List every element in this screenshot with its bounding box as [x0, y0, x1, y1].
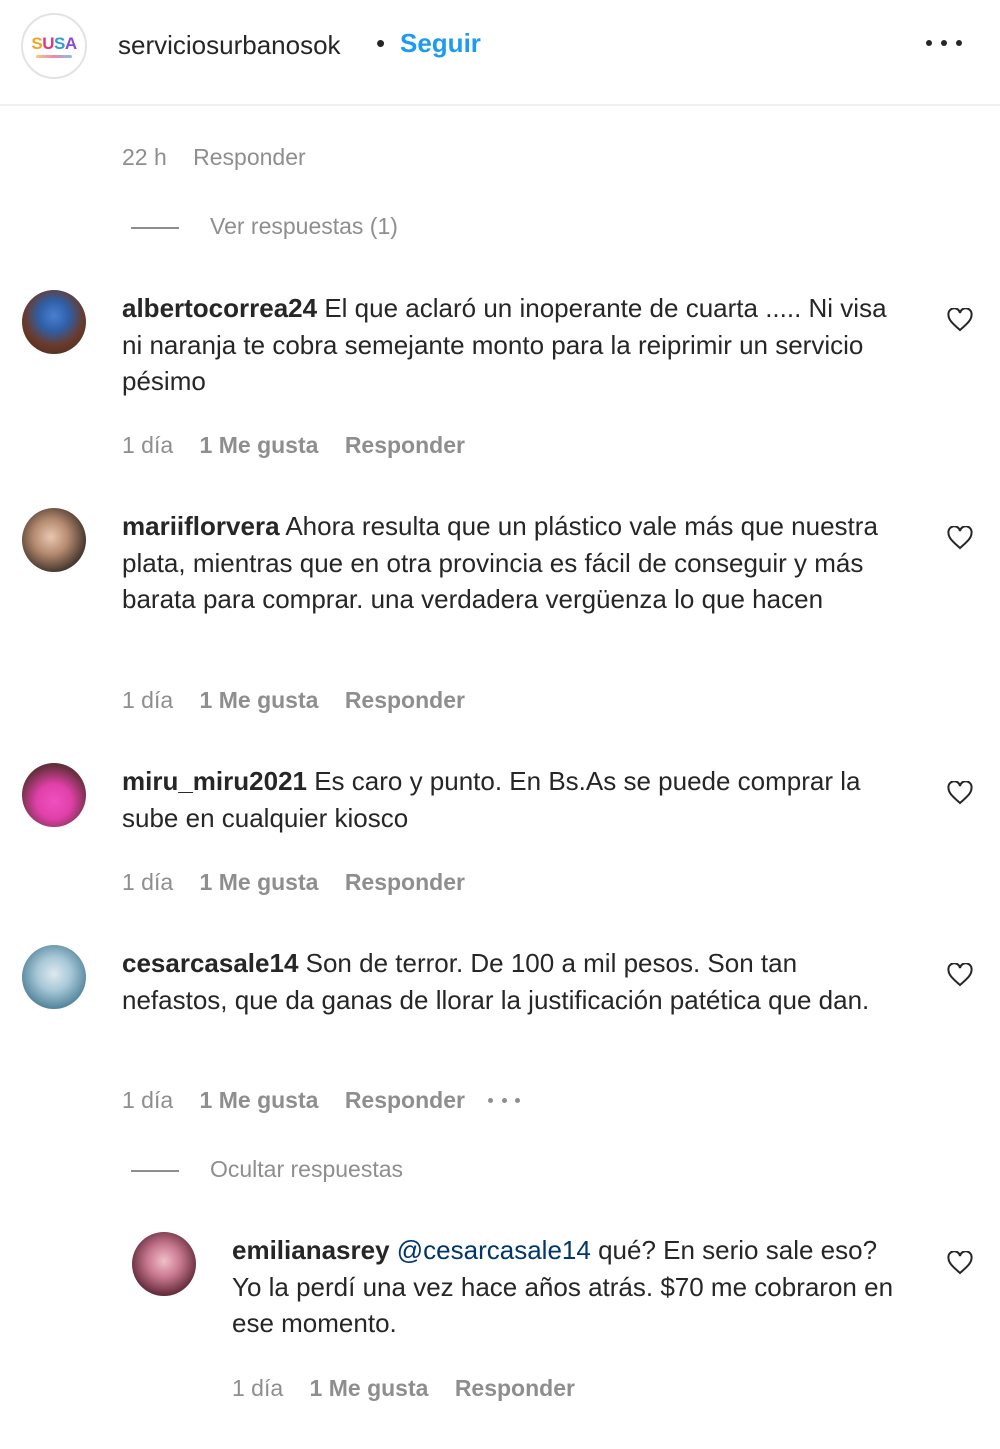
comment-text: albertocorrea24 El que aclaró un inopera…	[122, 290, 912, 400]
comment-meta: 1 día 1 Me gusta Responder	[122, 687, 465, 714]
reply-button[interactable]: Responder	[455, 1375, 575, 1402]
comment-time: 1 día	[122, 687, 174, 713]
reply-mention[interactable]: @cesarcasale14	[390, 1235, 591, 1265]
heart-icon[interactable]	[947, 963, 973, 987]
heart-icon[interactable]	[947, 308, 973, 332]
avatar[interactable]	[132, 1232, 196, 1296]
reply-button[interactable]: Responder	[345, 432, 465, 459]
comment-text: mariiflorvera Ahora resulta que un plást…	[122, 508, 882, 618]
comment-time: 1 día	[122, 1087, 174, 1113]
post-header: SUSA serviciosurbanosok • Seguir	[0, 0, 1000, 106]
avatar[interactable]	[22, 508, 86, 572]
replies-line	[131, 1170, 179, 1172]
reply-time: 1 día	[232, 1375, 284, 1401]
reply-button[interactable]: Responder	[345, 687, 465, 714]
header-separator: •	[376, 28, 386, 58]
avatar[interactable]	[22, 945, 86, 1009]
comment-time: 1 día	[122, 432, 174, 458]
comment-time: 1 día	[122, 869, 174, 895]
comment-text: miru_miru2021 Es caro y punto. En Bs.As …	[122, 763, 912, 836]
heart-icon[interactable]	[947, 1251, 973, 1275]
comment-meta: 1 día 1 Me gusta Responder	[122, 432, 465, 459]
likes-count[interactable]: 1 Me gusta	[200, 432, 319, 459]
comment-meta: 1 día 1 Me gusta Responder	[122, 869, 465, 896]
comment-username[interactable]: mariiflorvera	[122, 511, 280, 541]
logo-underline	[36, 54, 72, 58]
comment-username[interactable]: miru_miru2021	[122, 766, 307, 796]
replies-line	[131, 227, 179, 229]
account-username[interactable]: serviciosurbanosok	[118, 30, 341, 61]
reply-button[interactable]: Responder	[345, 869, 465, 896]
comment-meta: 1 día 1 Me gusta Responder	[122, 1087, 465, 1114]
avatar[interactable]	[22, 290, 86, 354]
reply-meta: 1 día 1 Me gusta Responder	[232, 1375, 575, 1402]
more-options-icon[interactable]	[926, 40, 962, 50]
comment-meta: 22 h Responder	[122, 144, 306, 171]
likes-count[interactable]: 1 Me gusta	[200, 869, 319, 896]
reply-text: emilianasrey @cesarcasale14 qué? En seri…	[232, 1232, 912, 1342]
account-avatar[interactable]: SUSA	[21, 13, 87, 79]
comment-username[interactable]: albertocorrea24	[122, 293, 317, 323]
heart-icon[interactable]	[947, 781, 973, 805]
reply-button[interactable]: Responder	[193, 144, 306, 171]
follow-button[interactable]: Seguir	[400, 28, 481, 59]
logo-text: SUSA	[31, 33, 77, 53]
heart-icon[interactable]	[947, 526, 973, 550]
reply-username[interactable]: emilianasrey	[232, 1235, 390, 1265]
hide-replies-button[interactable]: Ocultar respuestas	[210, 1156, 403, 1183]
comment-text: cesarcasale14 Son de terror. De 100 a mi…	[122, 945, 882, 1018]
likes-count[interactable]: 1 Me gusta	[310, 1375, 429, 1402]
comment-options-icon[interactable]	[488, 1098, 520, 1104]
reply-button[interactable]: Responder	[345, 1087, 465, 1114]
view-replies-button[interactable]: Ver respuestas (1)	[210, 213, 398, 240]
likes-count[interactable]: 1 Me gusta	[200, 687, 319, 714]
comment-time: 22 h	[122, 144, 167, 170]
comment-username[interactable]: cesarcasale14	[122, 948, 298, 978]
likes-count[interactable]: 1 Me gusta	[200, 1087, 319, 1114]
avatar[interactable]	[22, 763, 86, 827]
